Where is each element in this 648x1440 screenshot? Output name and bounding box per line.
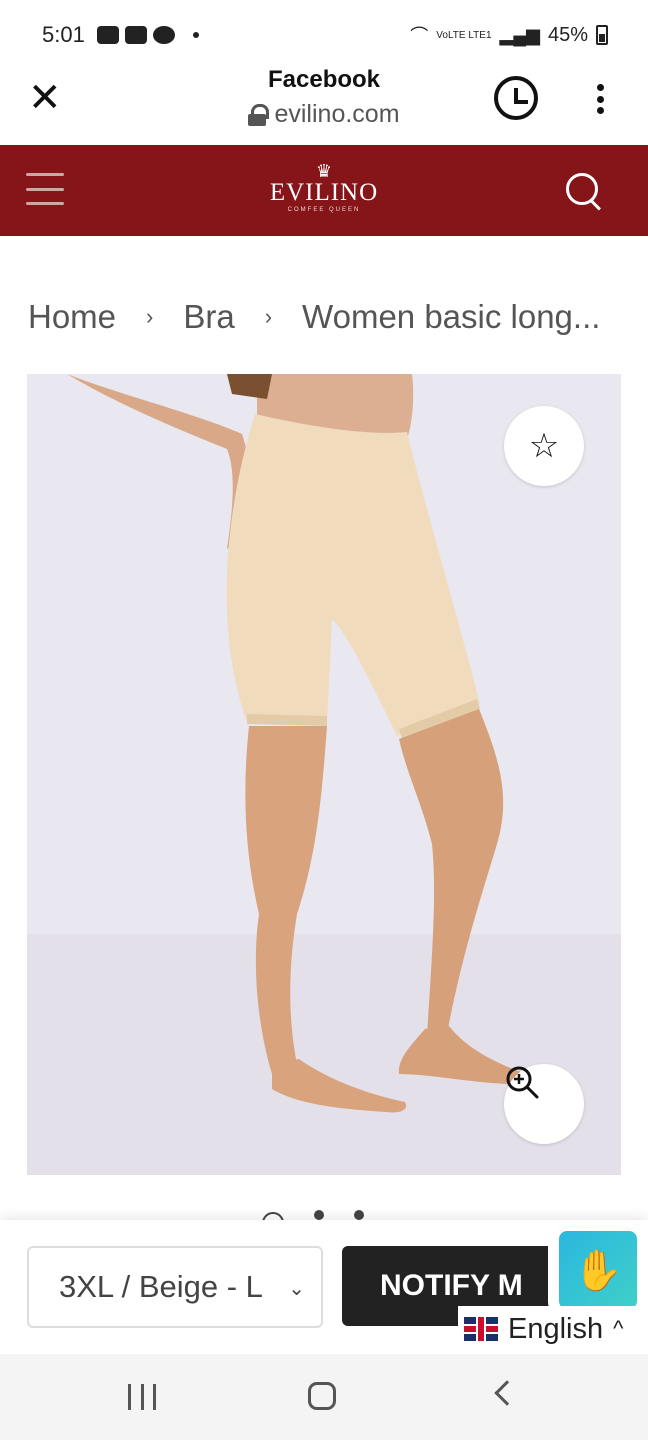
wifi-icon: ⌒ [410,26,429,46]
language-label: English [508,1312,604,1345]
site-header: ♛ EVILINO COMFEE QUEEN [0,145,648,236]
more-notifications-icon [192,32,199,38]
variant-select[interactable]: 3XL / Beige - L ⌄ [27,1246,323,1328]
star-icon: ☆ [528,427,560,465]
breadcrumb-bra[interactable]: Bra [183,298,234,336]
zoom-in-icon [506,1066,539,1099]
system-navigation-bar [0,1354,648,1440]
chevron-down-icon: ⌄ [288,1278,305,1300]
chevron-up-icon: ^ [613,1316,624,1341]
variant-value: 3XL / Beige - L [59,1269,263,1304]
battery-icon [596,25,608,45]
youtube-icon [96,26,119,44]
notification-icons [96,26,199,44]
logo-tagline: COMFEE QUEEN [287,207,361,213]
zoom-button[interactable] [504,1064,584,1144]
recents-icon[interactable] [128,1384,156,1410]
browser-title: Facebook [267,66,381,93]
language-selector[interactable]: English ^ [458,1306,648,1352]
system-icons: ⌒ VoLTE LTE1 ▂▄▆ 45% [410,22,608,48]
network-label: VoLTE LTE1 [436,29,492,41]
product-photo [27,374,621,1175]
hand-icon: ✋ [559,1231,637,1309]
gallery-dot[interactable] [354,1210,364,1220]
more-options-icon[interactable] [596,84,604,114]
uk-flag-icon [464,1317,498,1341]
breadcrumb-current: Women basic long... [302,298,601,335]
battery-percent: 45% [547,23,588,46]
signal-icon: ▂▄▆ [499,24,540,45]
history-icon[interactable] [494,76,538,120]
back-icon[interactable] [494,1380,520,1406]
url-text: evilino.com [274,100,400,128]
gallery-dot[interactable] [314,1210,324,1220]
gallery-icon [124,26,147,44]
notify-label: NOTIFY M [380,1269,523,1302]
breadcrumb-home[interactable]: Home [28,298,116,336]
breadcrumb: Home › Bra › Women basic long... [28,298,628,336]
lock-icon [248,103,270,126]
breadcrumb-separator: › [264,304,273,329]
browser-toolbar: ✕ Facebook evilino.com [0,60,648,144]
search-icon[interactable] [566,173,602,209]
status-time: 5:01 [42,22,85,47]
site-logo[interactable]: ♛ EVILINO COMFEE QUEEN [0,161,648,213]
message-icon [152,26,175,44]
accessibility-widget-button[interactable]: ✋ [548,1222,648,1318]
home-icon[interactable] [308,1382,336,1410]
browser-title-block: Facebook evilino.com [0,66,648,129]
logo-text: EVILINO [269,179,379,206]
browser-url[interactable]: evilino.com [0,100,648,129]
crown-icon: ♛ [315,161,333,181]
breadcrumb-separator: › [146,304,154,329]
wishlist-button[interactable]: ☆ [504,406,584,486]
product-image[interactable]: ☆ [27,374,621,1175]
